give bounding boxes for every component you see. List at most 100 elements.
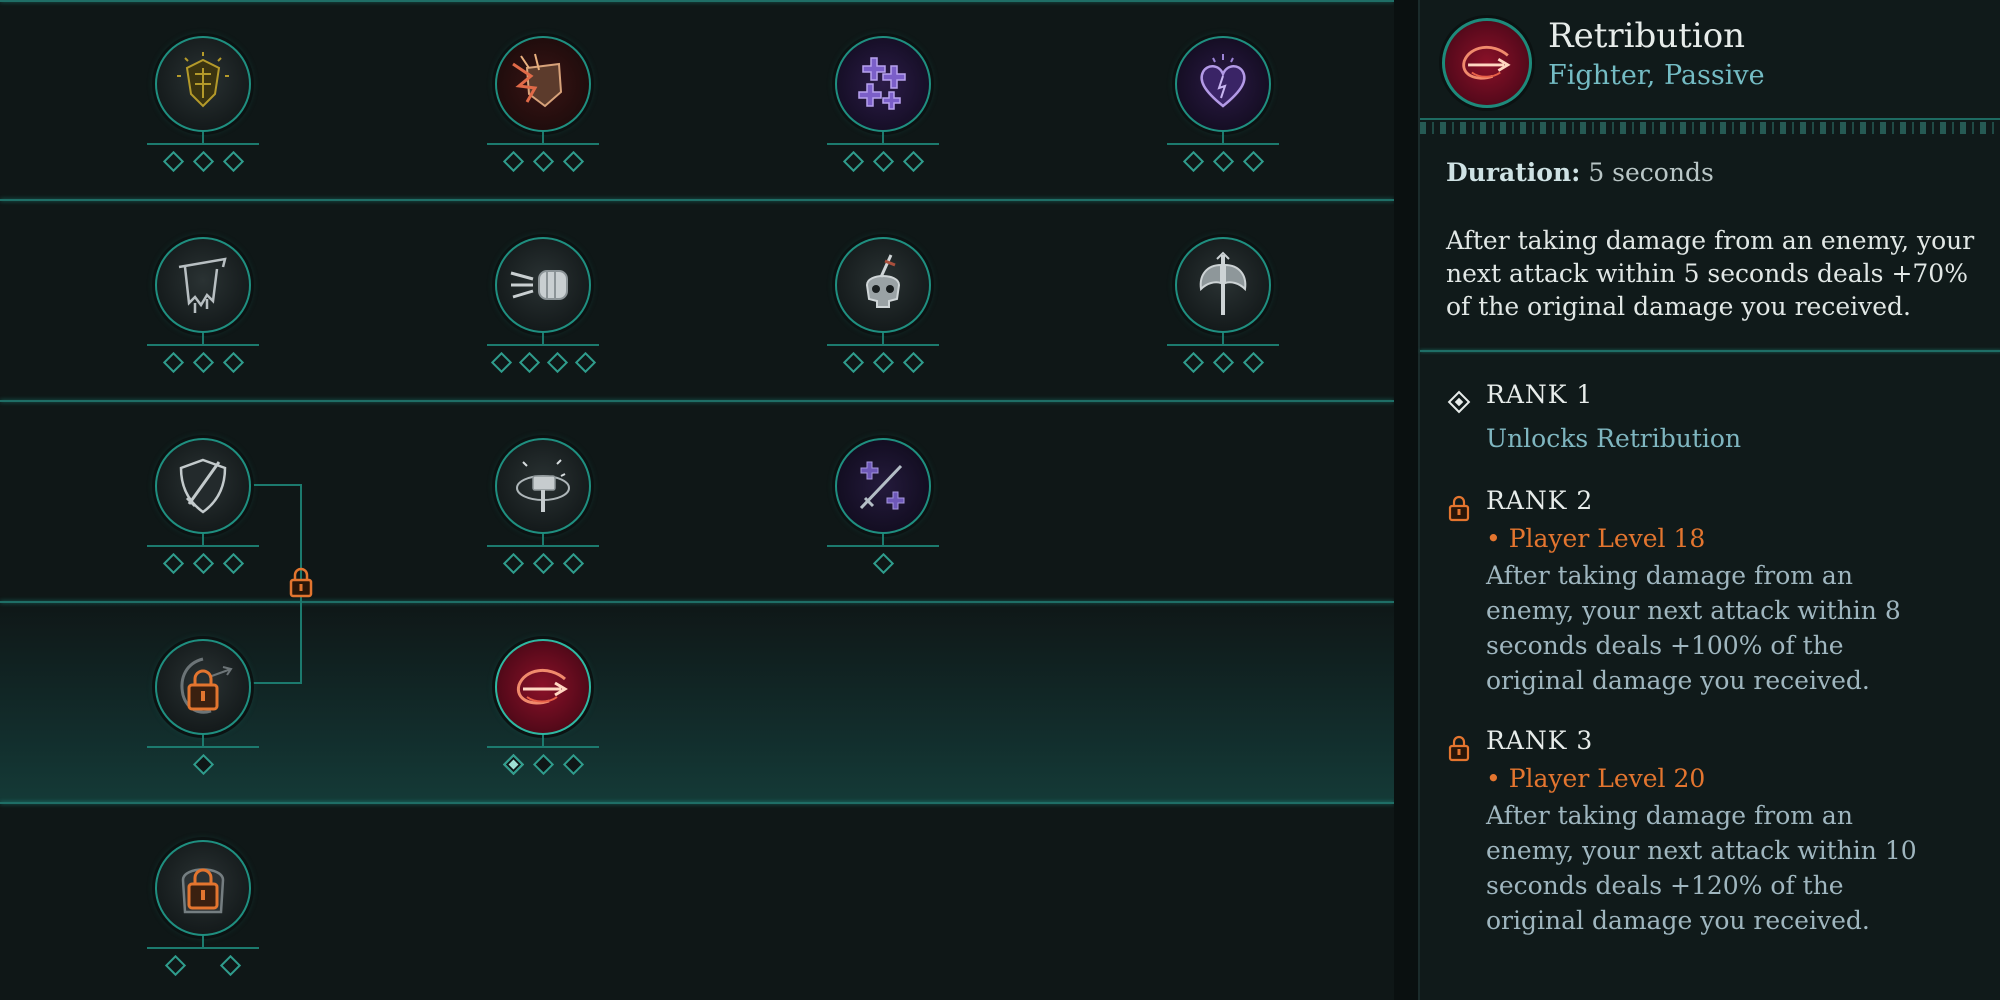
rank-pip <box>562 552 584 575</box>
skill-orb[interactable] <box>155 840 251 936</box>
rank-pips <box>1161 150 1285 173</box>
skill-node-retribution[interactable] <box>481 639 599 789</box>
node-bar <box>487 143 599 145</box>
skill-node-purple-heart[interactable] <box>1161 36 1279 186</box>
rank-pips <box>481 552 605 575</box>
rank-pips <box>141 753 265 776</box>
skill-orb[interactable] <box>155 639 251 735</box>
rank-pip <box>192 351 214 374</box>
tree-connector <box>250 484 302 486</box>
rank-pip <box>162 351 184 374</box>
skill-title: Retribution <box>1548 16 1746 56</box>
battle-axe-icon <box>1199 251 1247 315</box>
skill-detail-card: Retribution Fighter, Passive Duration: 5… <box>1418 0 2000 1000</box>
skill-detail-icon <box>1442 18 1532 108</box>
skill-node-skull-dagger[interactable] <box>821 237 939 387</box>
shattered-shield-icon <box>512 53 563 108</box>
rank-label: RANK 2 <box>1486 486 1594 515</box>
node-bar <box>827 344 939 346</box>
rank-pip <box>162 150 184 173</box>
skill-description: After taking damage from an enemy, your … <box>1446 226 1975 321</box>
rank-pips <box>481 351 605 374</box>
rank-pip <box>192 552 214 575</box>
skill-detail-panel: Retribution Fighter, Passive Duration: 5… <box>1394 0 2000 1000</box>
skill-orb[interactable] <box>1175 237 1271 333</box>
skill-node-sword-shield[interactable] <box>141 438 259 588</box>
node-bar <box>147 746 259 748</box>
rank-pip <box>532 552 554 575</box>
skill-node-purple-crosses[interactable] <box>821 36 939 186</box>
skill-node-battle-axe[interactable] <box>1161 237 1279 387</box>
rank-pips <box>141 150 265 173</box>
rank-pip <box>164 954 187 977</box>
row-divider <box>0 199 1394 201</box>
spinning-hammer-icon <box>516 459 570 512</box>
rank-pip <box>902 150 924 173</box>
skill-orb[interactable] <box>1175 36 1271 132</box>
skill-node-locked-armor[interactable] <box>141 840 259 990</box>
rank-pip <box>192 150 214 173</box>
rank-pip <box>219 954 242 977</box>
duration-label: Duration: <box>1446 158 1581 187</box>
rank-requirement: • Player Level 18 <box>1486 524 1706 553</box>
rank-pips <box>481 753 605 776</box>
rank-pip <box>222 150 244 173</box>
skill-duration: Duration: 5 seconds <box>1446 158 1714 187</box>
rank-pip <box>502 552 524 575</box>
skill-orb[interactable] <box>155 237 251 333</box>
rank-pip <box>222 351 244 374</box>
rank-description: After taking damage from an enemy, your … <box>1486 561 1901 695</box>
lock-icon <box>1448 495 1470 522</box>
rank-pip <box>562 753 584 776</box>
node-bar <box>147 143 259 145</box>
rank-pip <box>872 552 894 575</box>
skill-node-glowing-shield[interactable] <box>141 36 259 186</box>
rank-pip <box>1212 150 1234 173</box>
rank-pip-filled <box>502 753 524 776</box>
skill-orb[interactable] <box>495 36 591 132</box>
skill-node-crossed-swords[interactable] <box>821 438 939 588</box>
skill-orb[interactable] <box>495 438 591 534</box>
header-divider <box>1420 118 2000 120</box>
locked-armor-icon <box>181 868 225 914</box>
skill-orb[interactable] <box>835 36 931 132</box>
rank-2: RANK 2 • Player Level 18 After taking da… <box>1446 486 1996 696</box>
rank-3: RANK 3 • Player Level 20 After taking da… <box>1446 726 1996 936</box>
node-bar <box>147 344 259 346</box>
row-divider <box>0 0 1394 2</box>
rank-pips <box>821 150 945 173</box>
node-bar <box>1167 344 1279 346</box>
rank-unlock-text: Unlocks Retribution <box>1486 424 1742 453</box>
skill-node-locked-shield[interactable] <box>141 639 259 789</box>
rank-pips <box>481 150 605 173</box>
retribution-icon <box>516 669 568 705</box>
skill-node-shattered-shield[interactable] <box>481 36 599 186</box>
skill-orb[interactable] <box>155 36 251 132</box>
rank-pips <box>821 351 945 374</box>
node-bar <box>147 947 259 949</box>
rank-pips <box>1161 351 1285 374</box>
torn-banner-icon <box>178 257 227 313</box>
skill-node-torn-banner[interactable] <box>141 237 259 387</box>
tree-connector <box>250 682 302 684</box>
rank-pip <box>872 351 894 374</box>
skill-orb[interactable] <box>155 438 251 534</box>
rank-pips <box>821 552 945 575</box>
diamond-icon <box>1447 390 1471 414</box>
section-divider <box>1420 350 2000 352</box>
rank-pip <box>1182 351 1204 374</box>
skill-orb[interactable] <box>495 639 591 735</box>
skill-node-spinning-hammer[interactable] <box>481 438 599 588</box>
rank-pip <box>902 351 924 374</box>
sword-shield-icon <box>179 458 227 514</box>
skill-node-punch-fist[interactable] <box>481 237 599 387</box>
skill-orb[interactable] <box>835 438 931 534</box>
skill-orb[interactable] <box>495 237 591 333</box>
node-bar <box>827 545 939 547</box>
glowing-shield-icon <box>177 52 229 108</box>
rank-pip <box>1242 150 1264 173</box>
node-bar <box>487 545 599 547</box>
rank-pips <box>141 954 265 977</box>
purple-heart-icon <box>1200 54 1246 108</box>
skill-orb[interactable] <box>835 237 931 333</box>
